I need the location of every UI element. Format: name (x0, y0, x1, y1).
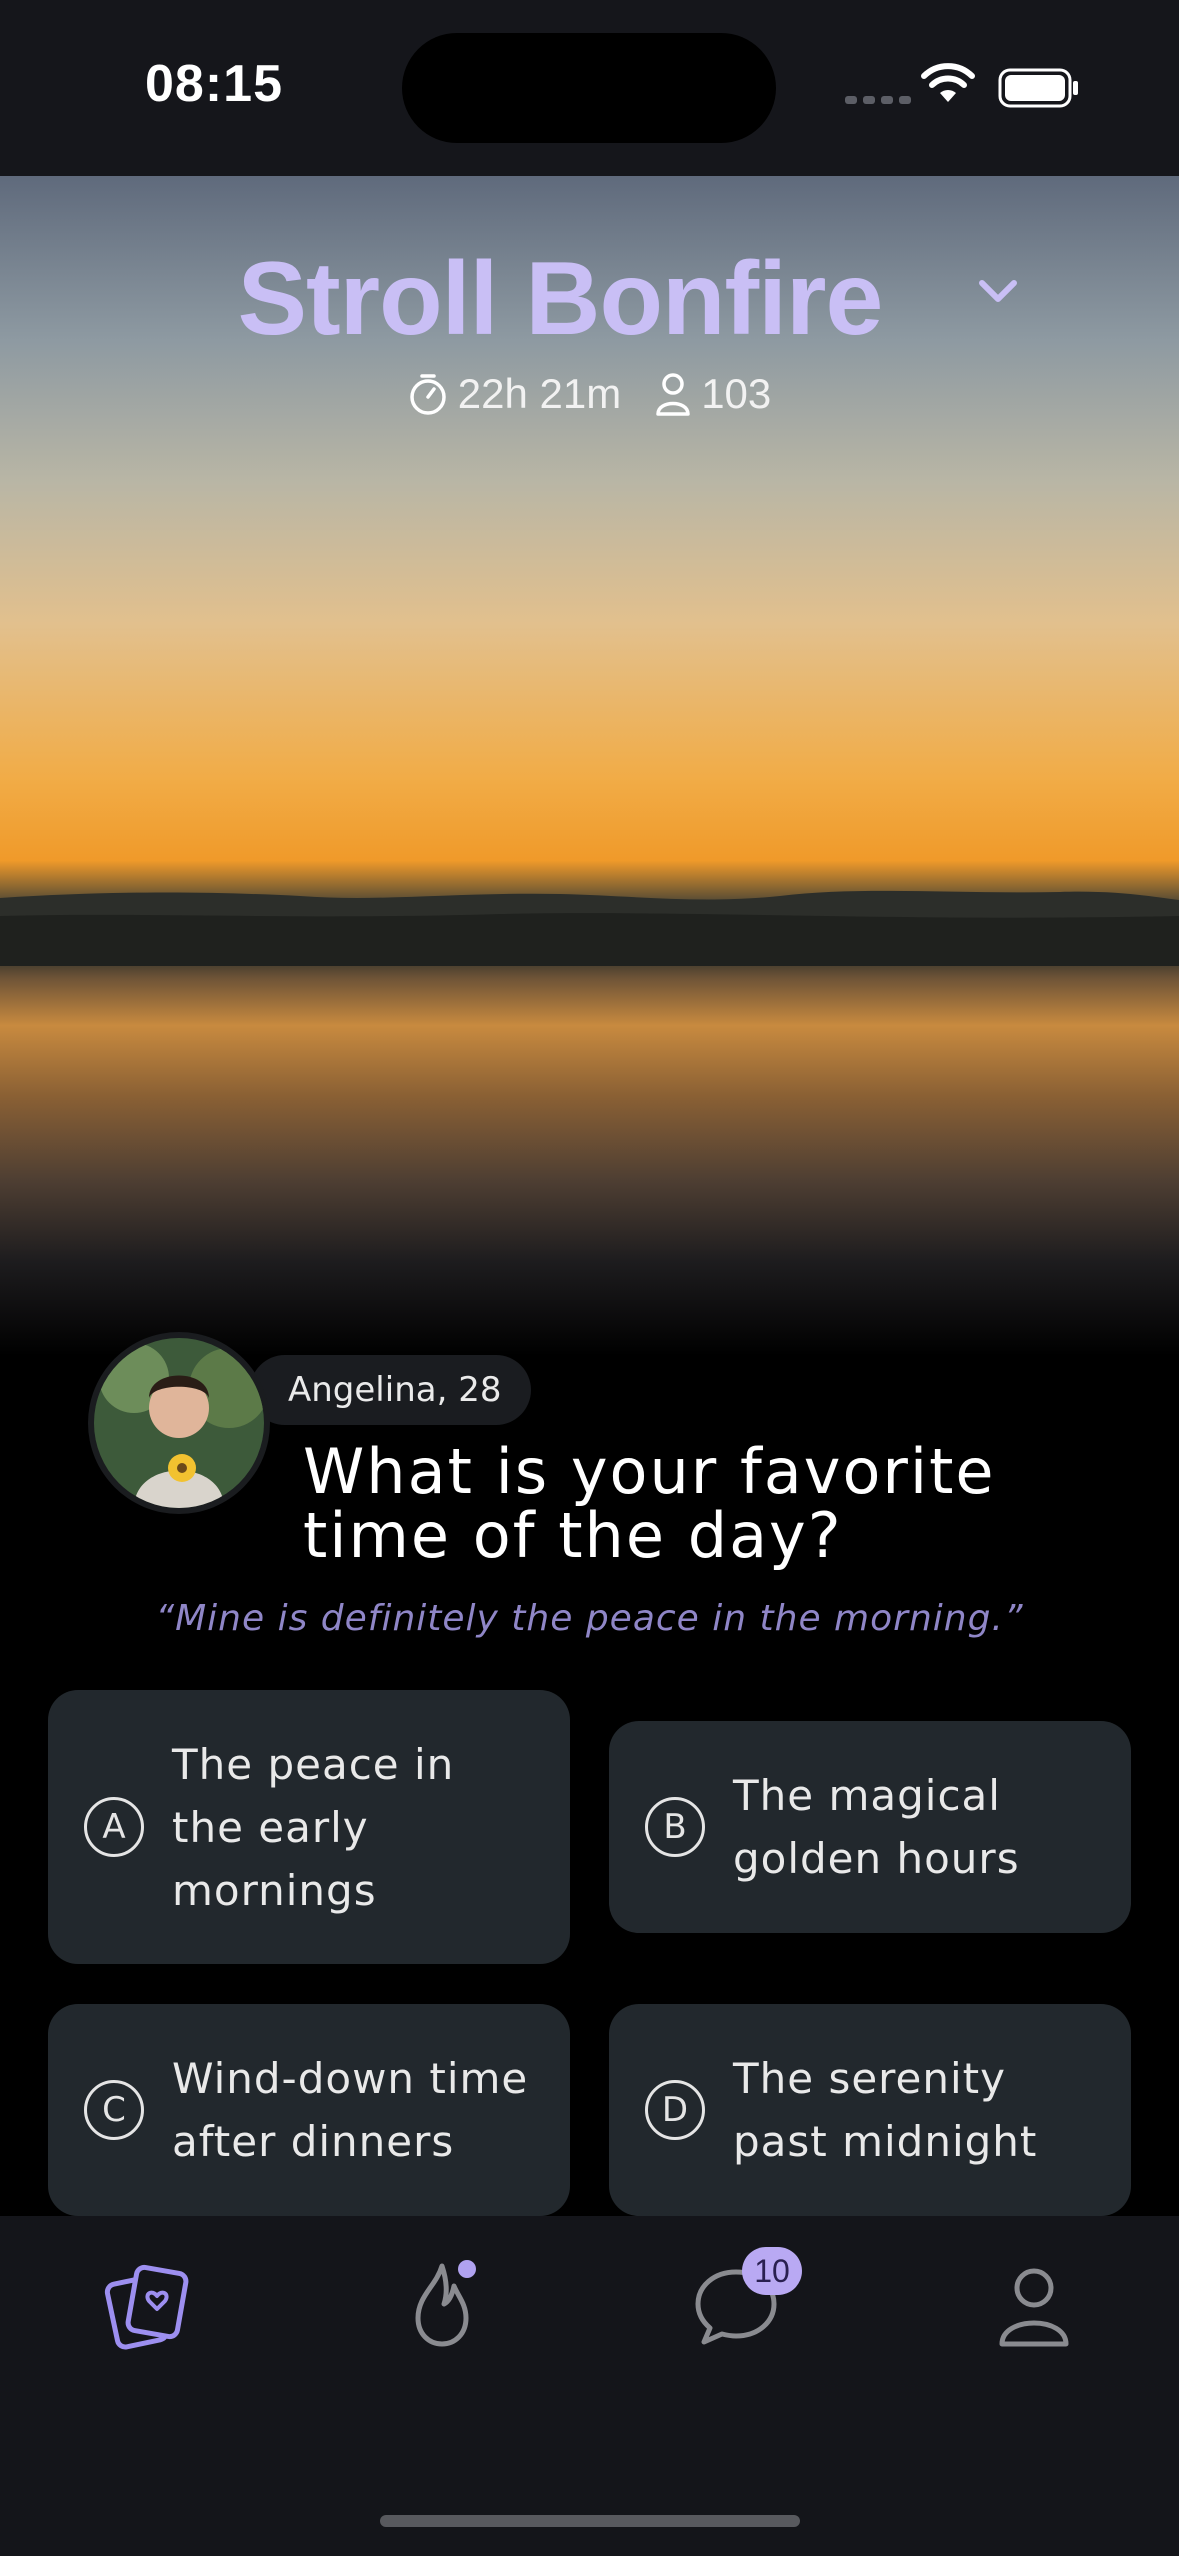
status-time: 08:15 (145, 55, 283, 113)
cellular-signal-icon (845, 96, 911, 104)
stopwatch-icon (409, 374, 446, 415)
page-title: Stroll Bonfire (237, 241, 884, 357)
avatar-photo (94, 1338, 264, 1508)
option-letter: B (645, 1797, 705, 1857)
participants-meta: 103 (655, 370, 771, 418)
prompt-question: What is your favorite time of the day? (303, 1440, 1063, 1568)
author-name-chip: Angelina, 28 (250, 1355, 532, 1425)
author-quote: “Mine is definitely the peace in the mor… (155, 1598, 1024, 1639)
option-text: The peace in the early mornings (172, 1739, 455, 1915)
option-letter: C (84, 2080, 144, 2140)
option-d-button[interactable]: D The serenity past midnight (609, 2004, 1131, 2216)
status-bar: 08:15 (0, 0, 1179, 176)
hills-silhouette (0, 890, 1179, 966)
option-letter: A (84, 1797, 144, 1857)
home-indicator (380, 2515, 800, 2527)
profile-icon[interactable] (986, 2256, 1082, 2352)
bonfire-meta: 22h 21m 103 (0, 370, 1179, 418)
chat-badge: 10 (742, 2247, 802, 2295)
cards-icon[interactable] (100, 2256, 196, 2352)
option-text: The serenity past midnight (733, 2054, 1038, 2166)
question-line-1: What is your favorite (303, 1435, 996, 1508)
wifi-icon (921, 63, 975, 102)
dynamic-island (402, 33, 776, 143)
timer-text: 22h 21m (457, 370, 622, 417)
participants-count: 103 (701, 370, 772, 417)
notification-dot (458, 2260, 476, 2278)
timer-meta: 22h 21m (408, 370, 621, 418)
avatar[interactable] (94, 1338, 264, 1508)
option-a-button[interactable]: A The peace in the early mornings (48, 1690, 570, 1964)
option-text: Wind-down time after dinners (172, 2054, 529, 2166)
option-b-button[interactable]: B The magical golden hours (609, 1721, 1131, 1933)
option-letter: D (645, 2080, 705, 2140)
option-text: The magical golden hours (733, 1771, 1020, 1883)
chevron-down-icon[interactable] (976, 277, 1020, 307)
option-c-button[interactable]: C Wind-down time after dinners (48, 2004, 570, 2216)
person-icon (656, 373, 690, 416)
question-line-2: time of the day? (303, 1499, 843, 1572)
battery-icon (998, 68, 1078, 108)
